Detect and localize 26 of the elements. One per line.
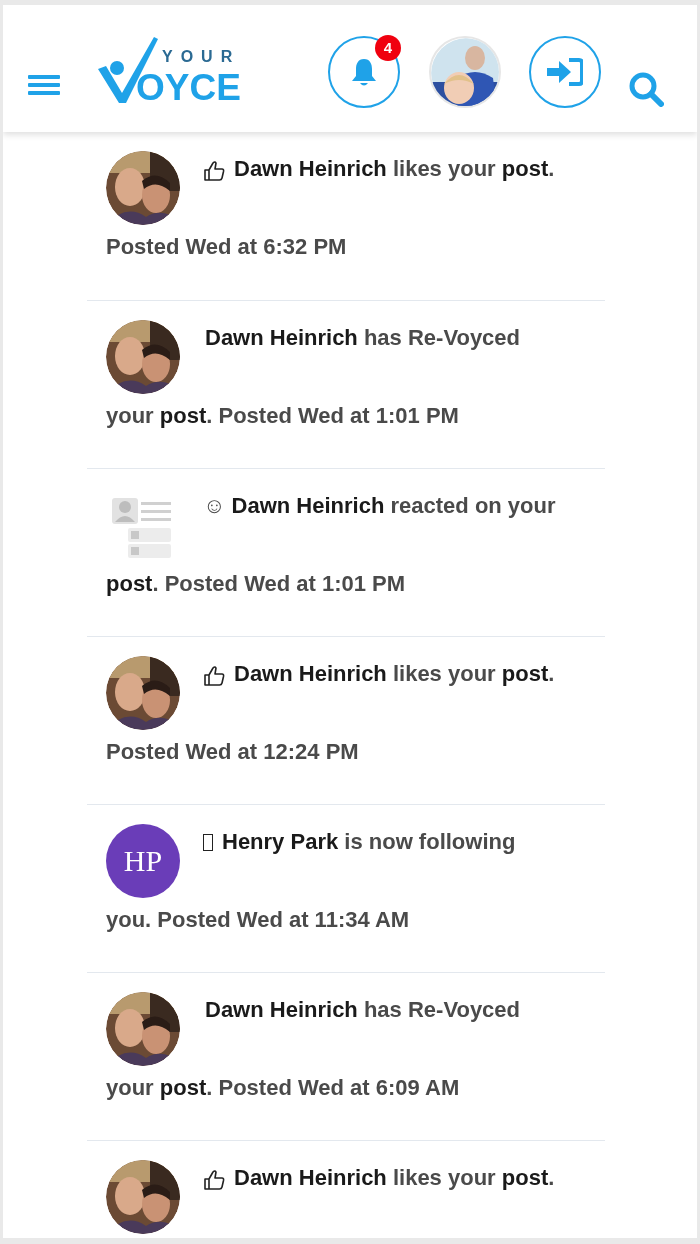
missing-glyph-icon — [203, 834, 213, 851]
search-icon[interactable] — [628, 70, 664, 107]
notification-text: Dawn Heinrich likes your post. — [234, 155, 555, 183]
notification-text: post. Posted Wed at 1:01 PM — [106, 570, 406, 598]
notification-text: Dawn Heinrich has Re-Voyced — [205, 324, 521, 352]
notification-text: Dawn Heinrich has Re-Voyced — [205, 996, 521, 1024]
logo-text: YOUR — [162, 49, 241, 65]
notification-text: Posted Wed at 12:24 PM — [106, 738, 359, 766]
notification-text: ☺ Dawn Heinrich reacted on your — [203, 492, 556, 520]
notification-text: Dawn Heinrich likes your post. — [234, 1164, 555, 1192]
notification-text: you. Posted Wed at 11:34 AM — [106, 906, 410, 934]
notification-text: Dawn Heinrich likes your post. — [234, 660, 555, 688]
menu-icon[interactable] — [28, 73, 60, 97]
notification-text: your post. Posted Wed at 6:09 AM — [106, 1074, 460, 1102]
notification-text: your post. Posted Wed at 1:01 PM — [106, 402, 459, 430]
thumbs-up-icon — [203, 1169, 225, 1191]
notification-text: Henry Park is now following — [222, 828, 516, 856]
logo-text: OYCE — [136, 69, 241, 106]
notifications-button[interactable]: 4 — [328, 36, 400, 108]
thumbs-up-icon — [203, 665, 225, 687]
sign-in-icon — [547, 58, 583, 86]
initials-avatar: HP — [106, 824, 180, 898]
notification-badge: 4 — [375, 35, 401, 61]
bell-icon — [351, 57, 377, 87]
notification-text: Posted Wed at 6:32 PM — [106, 233, 347, 261]
thumbs-up-icon — [203, 160, 225, 182]
